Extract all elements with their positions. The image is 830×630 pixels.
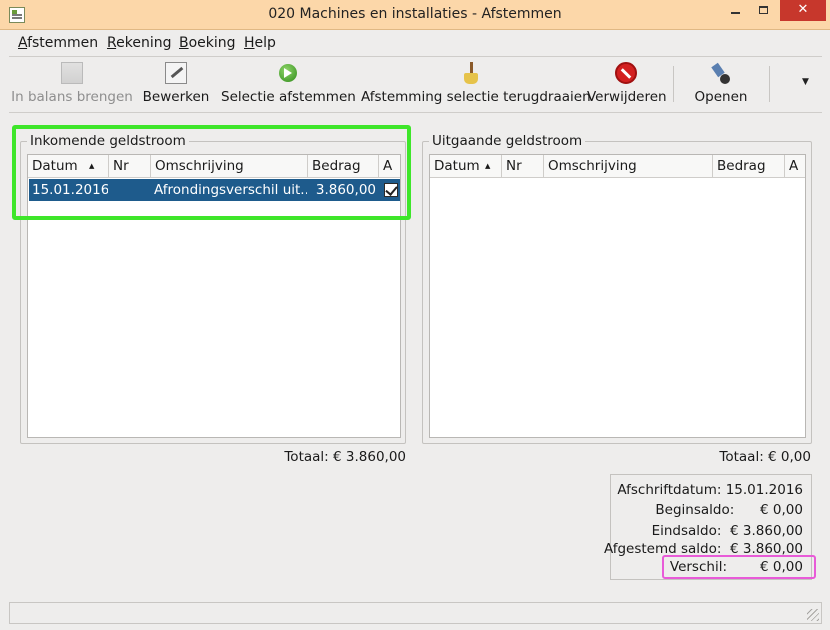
col-datum[interactable]: Datum ▲ bbox=[430, 155, 502, 178]
select-reconcile-label: Selectie afstemmen bbox=[221, 89, 356, 105]
outgoing-total: Totaal: € 0,00 bbox=[719, 449, 811, 465]
toolbar-divider bbox=[769, 66, 770, 102]
toolbar-separator bbox=[9, 112, 822, 113]
toolbar-overflow-icon[interactable]: ▼ bbox=[802, 77, 809, 87]
delete-button[interactable]: Verwijderen bbox=[587, 56, 667, 111]
close-button[interactable]: ✕ bbox=[780, 0, 826, 21]
title-bar: 020 Machines en installaties - Afstemmen… bbox=[0, 0, 830, 30]
toolbar-divider bbox=[673, 66, 674, 102]
sort-asc-icon: ▲ bbox=[485, 162, 491, 170]
window-title: 020 Machines en installaties - Afstemmen bbox=[268, 6, 562, 22]
delete-icon bbox=[615, 62, 637, 84]
resize-grip-icon[interactable] bbox=[807, 609, 819, 621]
col-a[interactable]: A bbox=[785, 155, 806, 178]
minimize-button[interactable] bbox=[722, 0, 748, 21]
open-icon bbox=[710, 62, 732, 84]
outgoing-column-header: Datum ▲ Nr Omschrijving Bedrag A bbox=[430, 155, 805, 178]
open-button[interactable]: Openen bbox=[681, 56, 761, 111]
edit-button[interactable]: Bewerken bbox=[141, 56, 211, 111]
delete-label: Verwijderen bbox=[587, 89, 667, 105]
col-nr[interactable]: Nr bbox=[502, 155, 544, 178]
closing-balance: Eindsaldo: € 3.860,00 bbox=[651, 523, 803, 539]
go-arrow-icon bbox=[279, 64, 297, 82]
menu-boeking[interactable]: Boeking bbox=[179, 35, 236, 51]
balance-icon bbox=[61, 62, 83, 84]
outgoing-list[interactable]: Datum ▲ Nr Omschrijving Bedrag A bbox=[429, 154, 806, 438]
maximize-button[interactable] bbox=[750, 0, 776, 21]
undo-reconcile-button[interactable]: Afstemming selectie terugdraaien bbox=[361, 56, 591, 111]
col-omschrijving[interactable]: Omschrijving bbox=[544, 155, 713, 178]
menu-bar: Afstemmen Rekening Boeking Help bbox=[9, 31, 822, 55]
minimize-icon bbox=[730, 11, 740, 14]
undo-reconcile-label: Afstemming selectie terugdraaien bbox=[361, 89, 591, 105]
outgoing-group: Uitgaande geldstroom Datum ▲ Nr Omschrij… bbox=[422, 133, 812, 444]
highlight-difference bbox=[662, 555, 816, 579]
menu-afstemmen[interactable]: Afstemmen bbox=[18, 35, 98, 51]
close-icon: ✕ bbox=[797, 2, 809, 17]
status-bar bbox=[9, 602, 822, 624]
highlight-incoming-row bbox=[12, 125, 411, 220]
edit-icon bbox=[165, 62, 187, 84]
edit-label: Bewerken bbox=[142, 89, 210, 105]
toolbar: In balans brengen Bewerken Selectie afst… bbox=[9, 56, 822, 111]
balance-label: In balans brengen bbox=[11, 89, 133, 105]
opening-balance: Beginsaldo: € 0,00 bbox=[655, 502, 803, 518]
maximize-icon bbox=[758, 5, 768, 14]
menu-help[interactable]: Help bbox=[244, 35, 276, 51]
select-reconcile-button[interactable]: Selectie afstemmen bbox=[221, 56, 356, 111]
statement-date: Afschriftdatum: 15.01.2016 bbox=[617, 482, 803, 498]
outgoing-title: Uitgaande geldstroom bbox=[429, 133, 586, 149]
balance-button[interactable]: In balans brengen bbox=[9, 56, 135, 111]
broom-icon bbox=[461, 62, 481, 84]
incoming-total: Totaal: € 3.860,00 bbox=[284, 449, 406, 465]
open-label: Openen bbox=[694, 89, 748, 105]
col-bedrag[interactable]: Bedrag bbox=[713, 155, 785, 178]
menu-rekening[interactable]: Rekening bbox=[107, 35, 171, 51]
